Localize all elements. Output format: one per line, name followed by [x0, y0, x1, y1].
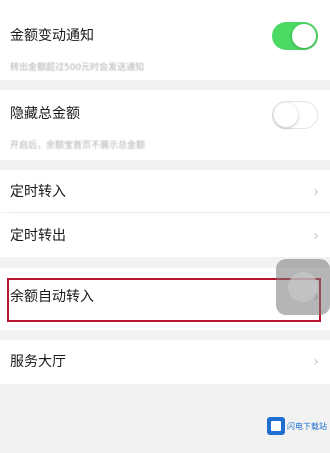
hide-total-hint: 开启后，余额宝首页不展示总金额	[10, 141, 146, 151]
chevron-right-icon: ›	[313, 354, 319, 370]
chevron-right-icon: ›	[313, 228, 319, 244]
scheduled-out-row[interactable]: 定时转出 ›	[0, 213, 330, 257]
watermark-logo-icon	[267, 417, 285, 435]
hide-total-label: 隐藏总金额	[10, 106, 80, 122]
balance-notice-hint: 转出金额超过500元时会发送通知	[10, 63, 145, 73]
watermark: 闪电下载站	[267, 415, 327, 437]
hide-total-cell: 隐藏总金额 开启后，余额宝首页不展示总金额	[0, 90, 330, 160]
scheduled-in-label: 定时转入	[10, 184, 66, 200]
hide-total-toggle[interactable]	[272, 101, 318, 129]
service-hall-row[interactable]: 服务大厅 ›	[0, 340, 330, 384]
assistive-touch-icon	[288, 272, 318, 302]
scheduled-in-row[interactable]: 定时转入 ›	[0, 170, 330, 212]
toggle-knob	[292, 24, 316, 48]
watermark-text: 闪电下载站	[287, 421, 327, 431]
assistive-touch-button[interactable]	[276, 259, 330, 315]
service-hall-label: 服务大厅	[10, 354, 66, 370]
chevron-right-icon: ›	[313, 184, 319, 200]
balance-notice-label: 金额变动通知	[10, 28, 94, 44]
balance-notice-toggle[interactable]	[272, 22, 318, 50]
toggle-knob	[274, 103, 298, 127]
highlight-box	[7, 278, 321, 322]
scheduled-out-label: 定时转出	[10, 228, 66, 244]
balance-notice-cell: 金额变动通知 转出金额超过500元时会发送通知	[0, 0, 330, 80]
settings-page: 金额变动通知 转出金额超过500元时会发送通知 隐藏总金额 开启后，余额宝首页不…	[0, 0, 330, 453]
